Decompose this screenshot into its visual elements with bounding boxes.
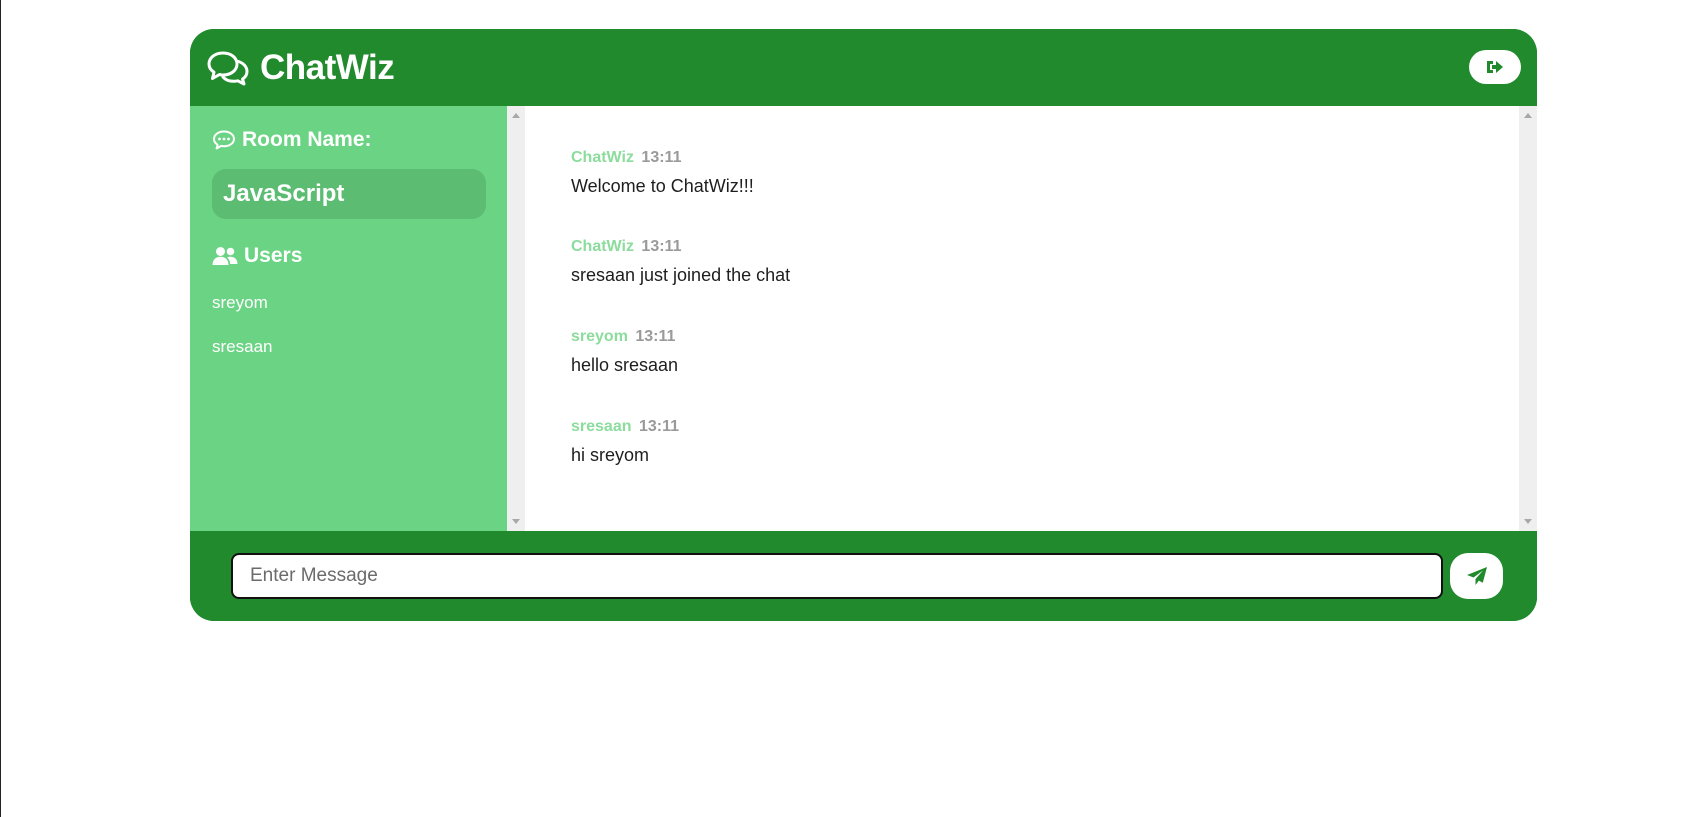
- room-name-label: Room Name:: [242, 128, 372, 151]
- users-label: Users: [244, 244, 303, 267]
- send-button[interactable]: [1450, 553, 1503, 599]
- message-author: ChatWiz: [571, 238, 634, 255]
- users-heading: Users: [212, 244, 302, 268]
- message: sresaan 13:11 hi sreyom: [571, 418, 679, 466]
- page-left-edge: [0, 0, 1, 817]
- paper-plane-icon: [1466, 567, 1487, 585]
- user-list-item: sresaan: [212, 337, 273, 356]
- chat-header: ChatWiz: [190, 29, 1537, 106]
- comment-dots-icon: [213, 130, 235, 150]
- message-time: 13:11: [635, 328, 676, 345]
- message-text: hello sresaan: [571, 355, 679, 375]
- scroll-up-arrow[interactable]: [512, 113, 520, 118]
- sign-out-icon: [1487, 61, 1503, 73]
- room-name-value: JavaScript: [212, 169, 486, 219]
- messages-scrollbar[interactable]: [1519, 106, 1537, 531]
- message-text: hi sreyom: [571, 445, 650, 465]
- message-text: Welcome to ChatWiz!!!: [571, 176, 754, 196]
- chat-container: ChatWiz Room Name: JavaScript Users srey…: [190, 29, 1537, 621]
- leave-room-button[interactable]: [1469, 50, 1521, 84]
- brand: ChatWiz: [206, 47, 395, 89]
- scroll-down-arrow[interactable]: [1524, 519, 1532, 524]
- comments-icon: [207, 51, 249, 86]
- scroll-up-arrow[interactable]: [1524, 113, 1532, 118]
- message-composer: [190, 531, 1537, 621]
- message-input[interactable]: [231, 553, 1443, 599]
- message-author: sresaan: [571, 418, 632, 435]
- user-list: sreyom sresaan: [212, 293, 272, 381]
- sidebar: Room Name: JavaScript Users sreyom sresa…: [190, 106, 507, 531]
- sidebar-scrollbar[interactable]: [507, 106, 525, 531]
- message-list[interactable]: ChatWiz 13:11 Welcome to ChatWiz!!! Chat…: [507, 106, 1537, 531]
- message-author: sreyom: [571, 328, 628, 345]
- message: sreyom 13:11 hello sresaan: [571, 328, 678, 376]
- message-time: 13:11: [641, 238, 682, 255]
- scroll-down-arrow[interactable]: [512, 519, 520, 524]
- message-time: 13:11: [638, 418, 679, 435]
- message: ChatWiz 13:11 Welcome to ChatWiz!!!: [571, 149, 754, 197]
- user-list-item: sreyom: [212, 293, 268, 312]
- room-name-heading: Room Name:: [212, 128, 372, 152]
- message-author: ChatWiz: [571, 149, 634, 166]
- app-title: ChatWiz: [260, 48, 395, 87]
- users-icon: [212, 247, 238, 265]
- message-text: sresaan just joined the chat: [571, 265, 791, 285]
- message-time: 13:11: [641, 149, 682, 166]
- message: ChatWiz 13:11 sresaan just joined the ch…: [571, 238, 790, 286]
